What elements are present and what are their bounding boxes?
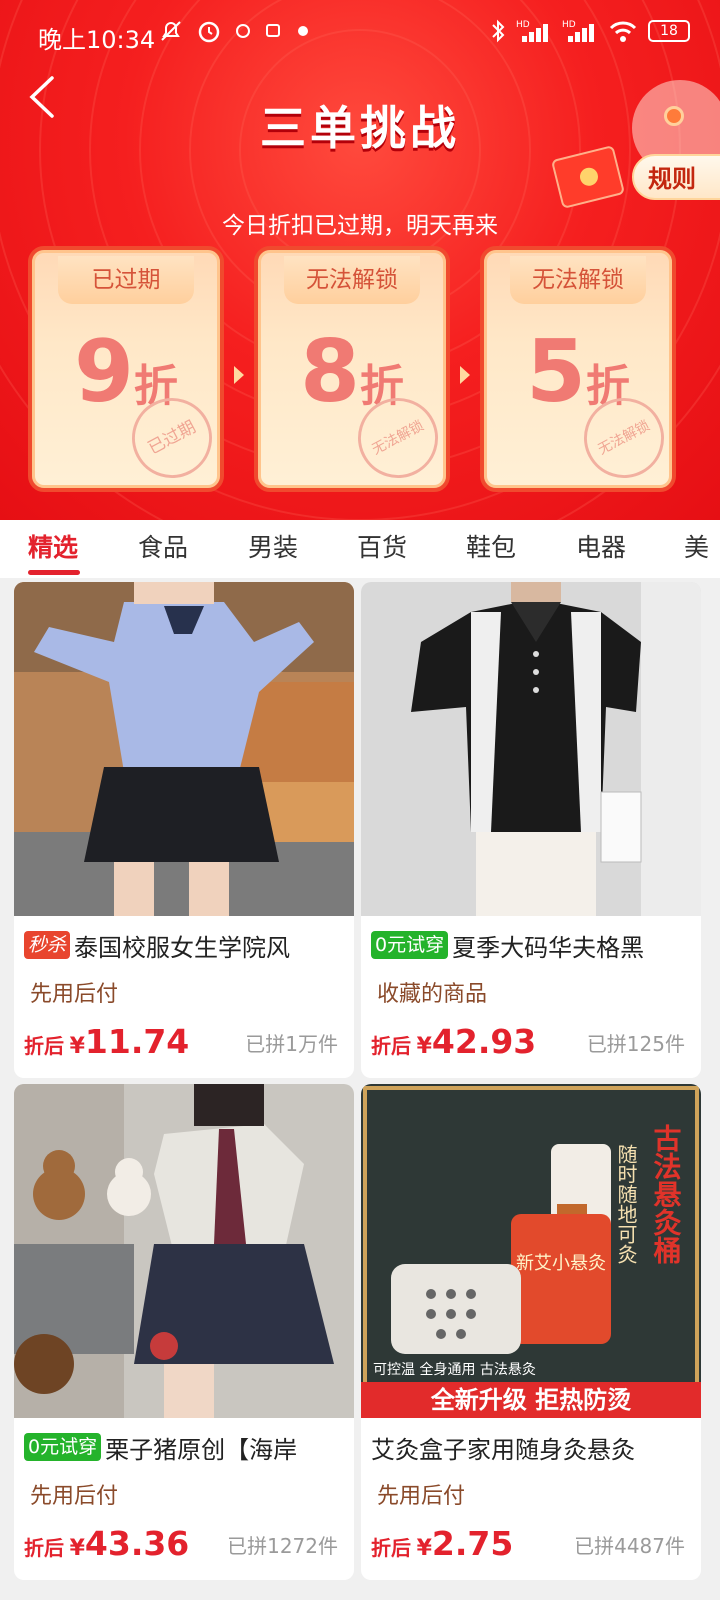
status-left-icons bbox=[158, 18, 312, 44]
product-image-moxibustion-box[interactable]: 新艾小悬灸 古法悬灸桶 随时随地可灸 可控温 全身通用 古法悬灸 全新升级 拒热… bbox=[361, 1084, 701, 1418]
product-sold-count: 已拼4487件 bbox=[574, 1534, 685, 1558]
product-name: 夏季大码华夫格黑 bbox=[452, 933, 645, 962]
product-title[interactable]: 0元试穿 栗子猪原创【海岸 bbox=[24, 1430, 348, 1464]
tab-appliances[interactable]: 电器 bbox=[576, 528, 626, 564]
discount-card-3: 无法解锁 5折 无法解锁 bbox=[480, 246, 676, 492]
tab-beauty[interactable]: 美 bbox=[684, 528, 709, 564]
svg-text:HD: HD bbox=[562, 20, 576, 30]
product-name: 泰国校服女生学院风 bbox=[74, 933, 291, 962]
product-card-1[interactable]: 秒杀 泰国校服女生学院风 先用后付 折后 ¥11.74 已拼1万件 bbox=[14, 582, 354, 1078]
product-name: 艾灸盒子家用随身灸悬灸 bbox=[371, 1435, 635, 1464]
wifi-icon bbox=[609, 21, 637, 42]
product-price: 折后 ¥42.93 bbox=[371, 1022, 537, 1061]
free-trial-badge: 0元试穿 bbox=[24, 1433, 102, 1461]
mute-notifications-icon bbox=[161, 21, 181, 41]
product-card-2[interactable]: 0元试穿 夏季大码华夫格黑 收藏的商品 折后 ¥42.93 已拼125件 bbox=[361, 582, 701, 1078]
product-subtext: 收藏的商品 bbox=[377, 982, 488, 1007]
product-image-polo-shirt[interactable] bbox=[361, 582, 701, 916]
tab-food[interactable]: 食品 bbox=[138, 528, 188, 564]
feature-banner: 全新升级 拒热防烫 bbox=[430, 1386, 631, 1414]
tab-menswear[interactable]: 男装 bbox=[248, 528, 298, 564]
status-right-icons: HD HD 18 bbox=[490, 18, 690, 44]
product-name: 栗子猪原创【海岸 bbox=[105, 1435, 298, 1464]
free-trial-badge: 0元试穿 bbox=[371, 931, 449, 959]
coin-icon bbox=[664, 106, 684, 126]
flash-sale-badge: 秒杀 bbox=[24, 931, 71, 959]
product-image-school-uniform[interactable] bbox=[14, 582, 354, 916]
product-title[interactable]: 艾灸盒子家用随身灸悬灸 bbox=[371, 1430, 695, 1464]
battery-indicator: 18 bbox=[648, 20, 690, 42]
product-price: 折后 ¥43.36 bbox=[24, 1524, 190, 1563]
product-price: 折后 ¥2.75 bbox=[371, 1524, 514, 1563]
challenge-header: 晚上10:34 HD HD 18 三单挑战 规则 今日折扣已过期，明天再来 已过… bbox=[0, 0, 720, 520]
svg-text:新艾小悬灸: 新艾小悬灸 bbox=[516, 1253, 606, 1274]
product-title[interactable]: 秒杀 泰国校服女生学院风 bbox=[24, 928, 348, 962]
active-tab-indicator bbox=[28, 570, 80, 575]
product-sold-count: 已拼1272件 bbox=[227, 1534, 338, 1558]
app-notification-icon-2 bbox=[298, 26, 308, 36]
product-subtext: 先用后付 bbox=[30, 1484, 119, 1509]
app-notification-icon bbox=[236, 24, 250, 38]
vertical-slogan: 古法悬灸桶 bbox=[650, 1124, 683, 1264]
feature-strip: 可控温 全身通用 古法悬灸 bbox=[373, 1361, 536, 1378]
card-status-tag: 无法解锁 bbox=[510, 256, 646, 304]
product-sold-count: 已拼1万件 bbox=[245, 1032, 338, 1056]
message-notification-icon bbox=[266, 24, 280, 37]
signal-icon-2: HD bbox=[562, 20, 594, 42]
status-bar: 晚上10:34 HD HD 18 bbox=[0, 0, 720, 64]
arrow-right-icon bbox=[234, 366, 244, 384]
tab-featured[interactable]: 精选 bbox=[28, 528, 78, 564]
tab-general-goods[interactable]: 百货 bbox=[357, 528, 407, 564]
side-slogan: 随时随地可灸 bbox=[614, 1144, 638, 1264]
product-grid: 秒杀 泰国校服女生学院风 先用后付 折后 ¥11.74 已拼1万件 0元试穿 夏… bbox=[0, 578, 720, 1600]
card-status-tag: 已过期 bbox=[58, 256, 194, 304]
product-subtext: 先用后付 bbox=[30, 982, 119, 1007]
product-card-3[interactable]: 0元试穿 栗子猪原创【海岸 先用后付 折后 ¥43.36 已拼1272件 bbox=[14, 1084, 354, 1580]
arrow-right-icon bbox=[460, 366, 470, 384]
status-time: 晚上10:34 bbox=[38, 26, 156, 54]
product-sold-count: 已拼125件 bbox=[586, 1032, 685, 1056]
can-label: 新艾小悬灸 bbox=[516, 1253, 606, 1274]
discount-card-2: 无法解锁 8折 无法解锁 bbox=[254, 246, 450, 492]
svg-text:HD: HD bbox=[516, 20, 530, 30]
tab-shoes-bags[interactable]: 鞋包 bbox=[466, 528, 516, 564]
product-card-4[interactable]: 新艾小悬灸 古法悬灸桶 随时随地可灸 可控温 全身通用 古法悬灸 全新升级 拒热… bbox=[361, 1084, 701, 1580]
product-image-jk-uniform[interactable] bbox=[14, 1084, 354, 1418]
challenge-subtitle: 今日折扣已过期，明天再来 bbox=[222, 213, 498, 239]
discount-cards: 已过期 9折 已过期 无法解锁 8折 无法解锁 无法解锁 5折 无法解锁 bbox=[28, 246, 692, 496]
card-status-tag: 无法解锁 bbox=[284, 256, 420, 304]
discount-card-1: 已过期 9折 已过期 bbox=[28, 246, 224, 492]
alarm-icon bbox=[198, 21, 220, 43]
rules-button[interactable]: 规则 bbox=[632, 154, 720, 200]
product-price: 折后 ¥11.74 bbox=[24, 1022, 190, 1061]
bluetooth-icon bbox=[492, 19, 505, 43]
product-title[interactable]: 0元试穿 夏季大码华夫格黑 bbox=[371, 928, 695, 962]
product-subtext: 先用后付 bbox=[377, 1484, 466, 1509]
signal-icon: HD bbox=[516, 20, 548, 42]
category-tabs: 精选 食品 男装 百货 鞋包 电器 美 bbox=[0, 520, 720, 578]
